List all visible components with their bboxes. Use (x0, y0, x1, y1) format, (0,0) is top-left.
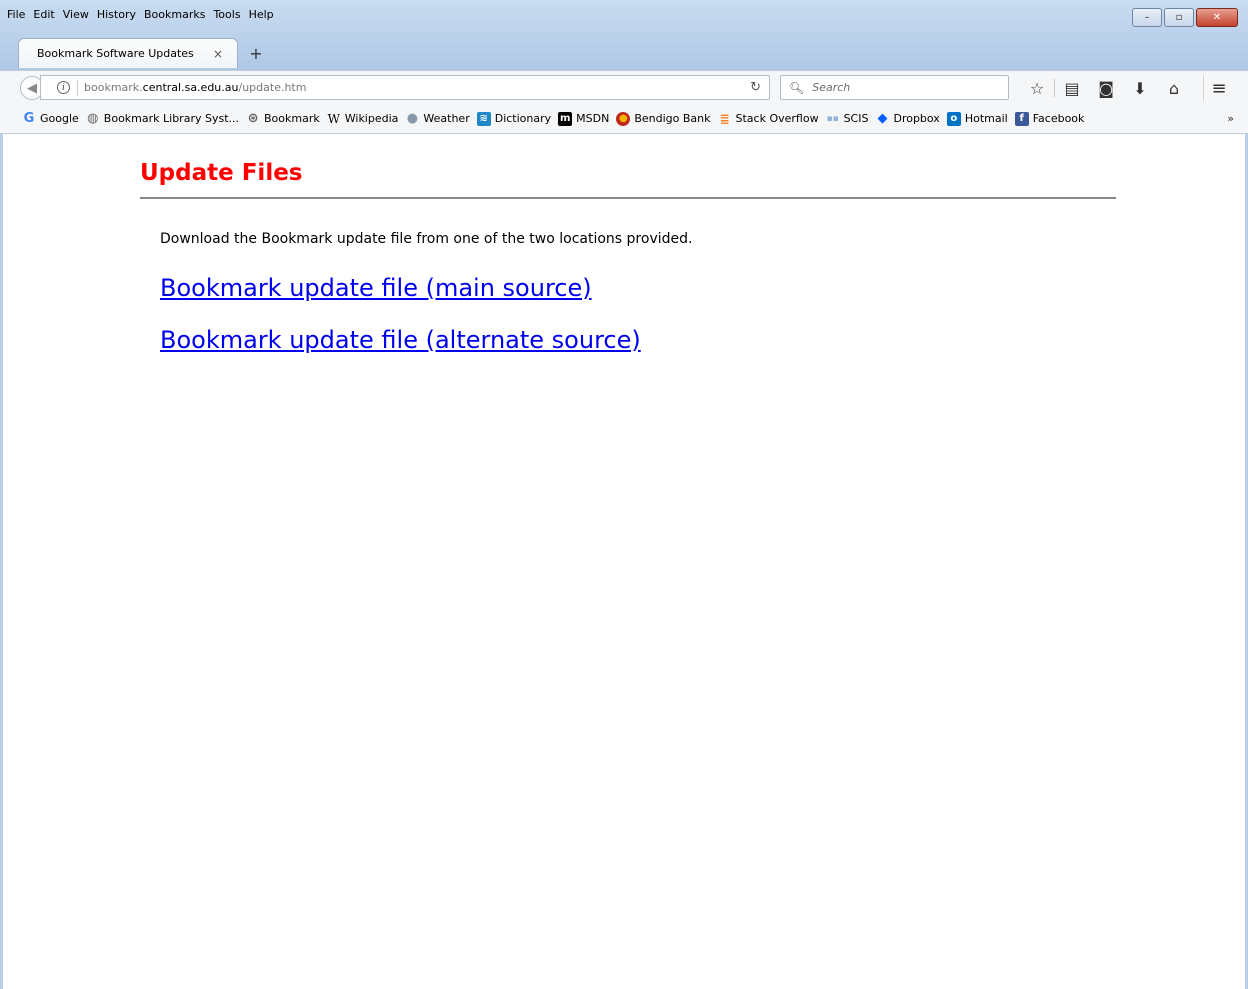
home-icon[interactable]: ⌂ (1157, 75, 1191, 101)
bookmark-label: Bookmark Library Syst... (103, 112, 240, 125)
window-controls: – ▫ ✕ (1132, 8, 1238, 27)
bookmark-stack-overflow[interactable]: ≣ Stack Overflow (718, 111, 819, 126)
bookmark-label: Facebook (1032, 112, 1085, 125)
stackoverflow-icon: ≣ (719, 111, 730, 126)
back-arrow-icon: ◀ (27, 80, 37, 96)
search-bar[interactable]: 🔍︎ (780, 75, 1009, 100)
facebook-icon: f (1014, 111, 1029, 126)
bookmark-bendigo-bank[interactable]: ● Bendigo Bank (616, 111, 711, 126)
more-bookmarks-chevron-icon[interactable]: » (1227, 112, 1234, 125)
bookmark-bookmark[interactable]: ⊛ Bookmark (246, 111, 320, 126)
outlook-icon: o (946, 111, 961, 126)
toolbar-icons: ☆ ▤ ◙ ⬇ ⌂ (1020, 75, 1191, 101)
scis-icon: ▪▪ (826, 113, 839, 124)
bookmark-library-system[interactable]: ◍ Bookmark Library Syst... (86, 111, 240, 126)
google-icon: G (23, 111, 35, 126)
bookmark-label: Dictionary (494, 112, 552, 125)
bookmark-google[interactable]: G Google (22, 111, 79, 126)
close-window-button[interactable]: ✕ (1196, 8, 1238, 27)
window-titlebar: File Edit View History Bookmarks Tools H… (0, 0, 1248, 70)
hamburger-menu-icon[interactable]: ≡ (1203, 75, 1234, 101)
dropbox-icon: ◆ (877, 111, 888, 126)
reload-icon[interactable]: ↻ (750, 80, 761, 95)
tab-close-icon[interactable]: × (209, 47, 227, 61)
menu-view[interactable]: View (60, 0, 94, 21)
title-divider (140, 197, 1116, 199)
intro-text: Download the Bookmark update file from o… (160, 231, 693, 247)
bookmark-msdn[interactable]: m MSDN (558, 111, 610, 126)
minimize-button[interactable]: – (1132, 8, 1162, 27)
bookmark-dropbox[interactable]: ◆ Dropbox (875, 111, 940, 126)
download-icon[interactable]: ⬇ (1123, 75, 1157, 101)
bookmark-label: Dropbox (893, 112, 940, 125)
address-bar[interactable]: i bookmark.central.sa.edu.au/update.htm … (40, 75, 770, 100)
msdn-icon: m (558, 111, 573, 126)
menu-file[interactable]: File (4, 0, 30, 21)
menu-bookmarks[interactable]: Bookmarks (141, 0, 210, 21)
bookmark-label: Weather (423, 112, 470, 125)
search-icon: 🔍︎ (789, 80, 805, 95)
tab-strip: Bookmark Software Updates × + (18, 34, 270, 68)
bookmark-label: Wikipedia (344, 112, 399, 125)
menu-bar: File Edit View History Bookmarks Tools H… (0, 0, 279, 30)
new-tab-button[interactable]: + (242, 38, 270, 68)
url-text[interactable]: bookmark.central.sa.edu.au/update.htm (84, 81, 306, 94)
bookmark-label: Bendigo Bank (634, 112, 711, 125)
bookmark-hotmail[interactable]: o Hotmail (946, 111, 1008, 126)
url-prefix: bookmark. (84, 81, 143, 94)
bookmark-weather[interactable]: ● Weather (405, 111, 470, 126)
url-domain: central.sa.edu.au (142, 81, 239, 94)
bookmark-scis[interactable]: ▪▪ SCIS (826, 112, 869, 126)
bookmark-label: SCIS (843, 112, 869, 125)
restore-button[interactable]: ▫ (1164, 8, 1194, 27)
tab-title: Bookmark Software Updates (37, 47, 194, 60)
menu-tools[interactable]: Tools (210, 0, 245, 21)
bookmark-wikipedia[interactable]: W Wikipedia (327, 112, 399, 126)
bookmark-label: Bookmark (264, 112, 320, 125)
menu-edit[interactable]: Edit (30, 0, 59, 21)
url-path: /update.htm (238, 81, 307, 94)
weather-icon: ● (406, 111, 419, 126)
navigation-toolbar: ◀ i bookmark.central.sa.edu.au/update.ht… (0, 70, 1248, 104)
bookmark-logo-icon: ⊛ (247, 111, 259, 126)
url-separator (77, 79, 78, 96)
bookmark-label: MSDN (576, 112, 610, 125)
bookmark-label: Hotmail (964, 112, 1008, 125)
bendigo-icon: ● (616, 111, 631, 126)
alternate-source-download-link[interactable]: Bookmark update file (alternate source) (160, 326, 641, 354)
pocket-icon[interactable]: ◙ (1089, 75, 1123, 101)
site-info-icon[interactable]: i (57, 81, 70, 94)
bookmarks-toolbar: G Google ◍ Bookmark Library Syst... ⊛ Bookm… (0, 104, 1248, 134)
reading-list-icon[interactable]: ▤ (1055, 75, 1089, 101)
dictionary-icon: ≋ (476, 111, 491, 126)
tab-bookmark-software-updates[interactable]: Bookmark Software Updates × (18, 38, 238, 68)
page-title: Update Files (140, 160, 303, 186)
bookmark-label: Stack Overflow (735, 112, 819, 125)
wikipedia-icon: W (327, 111, 340, 126)
bookmark-label: Google (40, 112, 79, 125)
bookmark-dictionary[interactable]: ≋ Dictionary (476, 111, 552, 126)
main-source-download-link[interactable]: Bookmark update file (main source) (160, 274, 592, 302)
globe-icon: ◍ (87, 111, 99, 126)
menu-help[interactable]: Help (246, 0, 279, 21)
bookmark-facebook[interactable]: f Facebook (1014, 111, 1085, 126)
bookmark-star-icon[interactable]: ☆ (1020, 75, 1054, 101)
menu-history[interactable]: History (94, 0, 141, 21)
page-content: Update Files Download the Bookmark updat… (3, 134, 1245, 989)
search-input[interactable] (810, 80, 995, 95)
